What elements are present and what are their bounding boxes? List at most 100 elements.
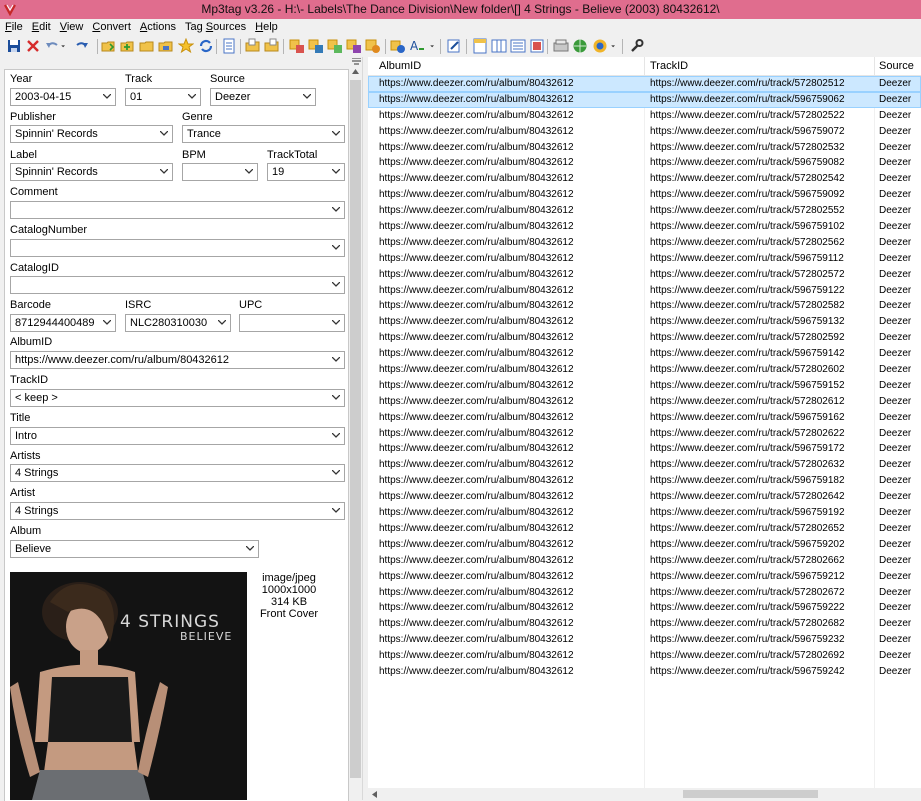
chevron-down-icon[interactable] bbox=[157, 164, 172, 180]
tag-panel-icon[interactable] bbox=[472, 38, 488, 54]
upc-field[interactable] bbox=[239, 314, 345, 332]
table-row[interactable]: https://www.deezer.com/ru/album/80432612… bbox=[368, 91, 921, 108]
comment-field[interactable] bbox=[10, 201, 345, 219]
trackid-field[interactable]: < keep > bbox=[10, 389, 345, 407]
actions-icon[interactable] bbox=[390, 38, 406, 54]
open-folder-icon[interactable] bbox=[101, 38, 117, 54]
web-sources-icon[interactable] bbox=[553, 38, 569, 54]
chevron-down-icon[interactable] bbox=[300, 89, 315, 105]
chevron-down-icon[interactable] bbox=[329, 503, 344, 519]
table-row[interactable]: https://www.deezer.com/ru/album/80432612… bbox=[368, 267, 921, 283]
delete-icon[interactable] bbox=[25, 38, 41, 54]
menu-tag-sources[interactable]: Tag Sources bbox=[180, 19, 250, 35]
publisher-field[interactable]: Spinnin' Records bbox=[10, 125, 173, 143]
chevron-down-icon[interactable] bbox=[329, 126, 344, 142]
table-row[interactable]: https://www.deezer.com/ru/album/80432612… bbox=[368, 235, 921, 251]
table-row[interactable]: https://www.deezer.com/ru/album/80432612… bbox=[368, 219, 921, 235]
folder-import-icon[interactable] bbox=[264, 38, 280, 54]
save-icon[interactable] bbox=[6, 38, 22, 54]
column-divider[interactable] bbox=[874, 57, 875, 75]
table-row[interactable]: https://www.deezer.com/ru/album/80432612… bbox=[368, 203, 921, 219]
chevron-down-icon[interactable] bbox=[329, 164, 344, 180]
dropdown-icon[interactable] bbox=[429, 38, 439, 54]
menu-edit[interactable]: Edit bbox=[27, 19, 55, 35]
artist-field[interactable]: 4 Strings bbox=[10, 502, 345, 520]
dropdown-icon[interactable] bbox=[60, 38, 70, 54]
artists-field[interactable]: 4 Strings bbox=[10, 464, 345, 482]
export-icon[interactable] bbox=[365, 38, 381, 54]
panel-menu-icon[interactable] bbox=[352, 58, 361, 65]
chevron-down-icon[interactable] bbox=[329, 352, 344, 368]
albumid-field[interactable]: https://www.deezer.com/ru/album/80432612 bbox=[10, 351, 345, 369]
table-row[interactable]: https://www.deezer.com/ru/album/80432612… bbox=[368, 298, 921, 314]
table-row[interactable]: https://www.deezer.com/ru/album/80432612… bbox=[368, 155, 921, 171]
chevron-down-icon[interactable] bbox=[242, 164, 257, 180]
source-field[interactable]: Deezer bbox=[210, 88, 316, 106]
table-row[interactable]: https://www.deezer.com/ru/album/80432612… bbox=[368, 187, 921, 203]
table-row[interactable]: https://www.deezer.com/ru/album/80432612… bbox=[368, 473, 921, 489]
chevron-down-icon[interactable] bbox=[215, 315, 230, 331]
column-divider[interactable] bbox=[644, 57, 645, 75]
table-row[interactable]: https://www.deezer.com/ru/album/80432612… bbox=[368, 346, 921, 362]
chevron-down-icon[interactable] bbox=[329, 390, 344, 406]
table-row[interactable]: https://www.deezer.com/ru/album/80432612… bbox=[368, 410, 921, 426]
menu-view[interactable]: View bbox=[55, 19, 88, 35]
table-row[interactable]: https://www.deezer.com/ru/album/80432612… bbox=[368, 108, 921, 124]
chevron-down-icon[interactable] bbox=[329, 202, 344, 218]
edit-icon[interactable] bbox=[446, 38, 462, 54]
scroll-thumb[interactable] bbox=[683, 790, 818, 798]
isrc-field[interactable]: NLC280310030 bbox=[125, 314, 231, 332]
table-row[interactable]: https://www.deezer.com/ru/album/80432612… bbox=[368, 76, 921, 92]
chevron-down-icon[interactable] bbox=[329, 315, 344, 331]
table-row[interactable]: https://www.deezer.com/ru/album/80432612… bbox=[368, 251, 921, 267]
font-case-icon[interactable]: A bbox=[409, 38, 425, 54]
redo-icon[interactable] bbox=[74, 38, 90, 54]
settings-icon[interactable] bbox=[610, 38, 620, 54]
chevron-down-icon[interactable] bbox=[329, 428, 344, 444]
table-row[interactable]: https://www.deezer.com/ru/album/80432612… bbox=[368, 140, 921, 156]
table-row[interactable]: https://www.deezer.com/ru/album/80432612… bbox=[368, 283, 921, 299]
table-row[interactable]: https://www.deezer.com/ru/album/80432612… bbox=[368, 664, 921, 680]
table-row[interactable]: https://www.deezer.com/ru/album/80432612… bbox=[368, 553, 921, 569]
chevron-down-icon[interactable] bbox=[100, 315, 115, 331]
tracktotal-field[interactable]: 19 bbox=[267, 163, 345, 181]
track-field[interactable]: 01 bbox=[125, 88, 201, 106]
table-row[interactable]: https://www.deezer.com/ru/album/80432612… bbox=[368, 457, 921, 473]
table-row[interactable]: https://www.deezer.com/ru/album/80432612… bbox=[368, 569, 921, 585]
table-row[interactable]: https://www.deezer.com/ru/album/80432612… bbox=[368, 314, 921, 330]
folder-icon[interactable] bbox=[139, 38, 155, 54]
table-row[interactable]: https://www.deezer.com/ru/album/80432612… bbox=[368, 171, 921, 187]
table-row[interactable]: https://www.deezer.com/ru/album/80432612… bbox=[368, 632, 921, 648]
table-row[interactable]: https://www.deezer.com/ru/album/80432612… bbox=[368, 585, 921, 601]
table-row[interactable]: https://www.deezer.com/ru/album/80432612… bbox=[368, 426, 921, 442]
scroll-up-icon[interactable] bbox=[352, 69, 359, 74]
star-icon[interactable] bbox=[178, 38, 194, 54]
column-header-source[interactable]: Source bbox=[879, 60, 914, 72]
tag-to-filename-icon[interactable] bbox=[289, 38, 305, 54]
genre-field[interactable]: Trance bbox=[182, 125, 345, 143]
chevron-down-icon[interactable] bbox=[100, 89, 115, 105]
tag-panel-scrollbar[interactable] bbox=[349, 66, 362, 800]
table-row[interactable]: https://www.deezer.com/ru/album/80432612… bbox=[368, 600, 921, 616]
cover-art[interactable]: 4 STRINGS BELIEVE bbox=[10, 572, 247, 800]
columns-icon[interactable] bbox=[491, 38, 507, 54]
extended-tags-icon[interactable] bbox=[510, 38, 526, 54]
toolbar-icon[interactable] bbox=[628, 38, 644, 54]
table-row[interactable]: https://www.deezer.com/ru/album/80432612… bbox=[368, 441, 921, 457]
menu-help[interactable]: Help bbox=[250, 19, 282, 35]
scroll-left-icon[interactable] bbox=[372, 791, 377, 798]
chevron-down-icon[interactable] bbox=[329, 277, 344, 293]
scroll-thumb[interactable] bbox=[350, 80, 361, 778]
add-folder-icon[interactable] bbox=[120, 38, 136, 54]
table-row[interactable]: https://www.deezer.com/ru/album/80432612… bbox=[368, 330, 921, 346]
table-row[interactable]: https://www.deezer.com/ru/album/80432612… bbox=[368, 378, 921, 394]
table-row[interactable]: https://www.deezer.com/ru/album/80432612… bbox=[368, 505, 921, 521]
table-row[interactable]: https://www.deezer.com/ru/album/80432612… bbox=[368, 616, 921, 632]
table-row[interactable]: https://www.deezer.com/ru/album/80432612… bbox=[368, 394, 921, 410]
chevron-down-icon[interactable] bbox=[185, 89, 200, 105]
table-row[interactable]: https://www.deezer.com/ru/album/80432612… bbox=[368, 362, 921, 378]
column-header-albumid[interactable]: AlbumID bbox=[379, 60, 421, 72]
chevron-down-icon[interactable] bbox=[243, 541, 258, 557]
chevron-down-icon[interactable] bbox=[329, 240, 344, 256]
column-header-trackid[interactable]: TrackID bbox=[650, 60, 688, 72]
